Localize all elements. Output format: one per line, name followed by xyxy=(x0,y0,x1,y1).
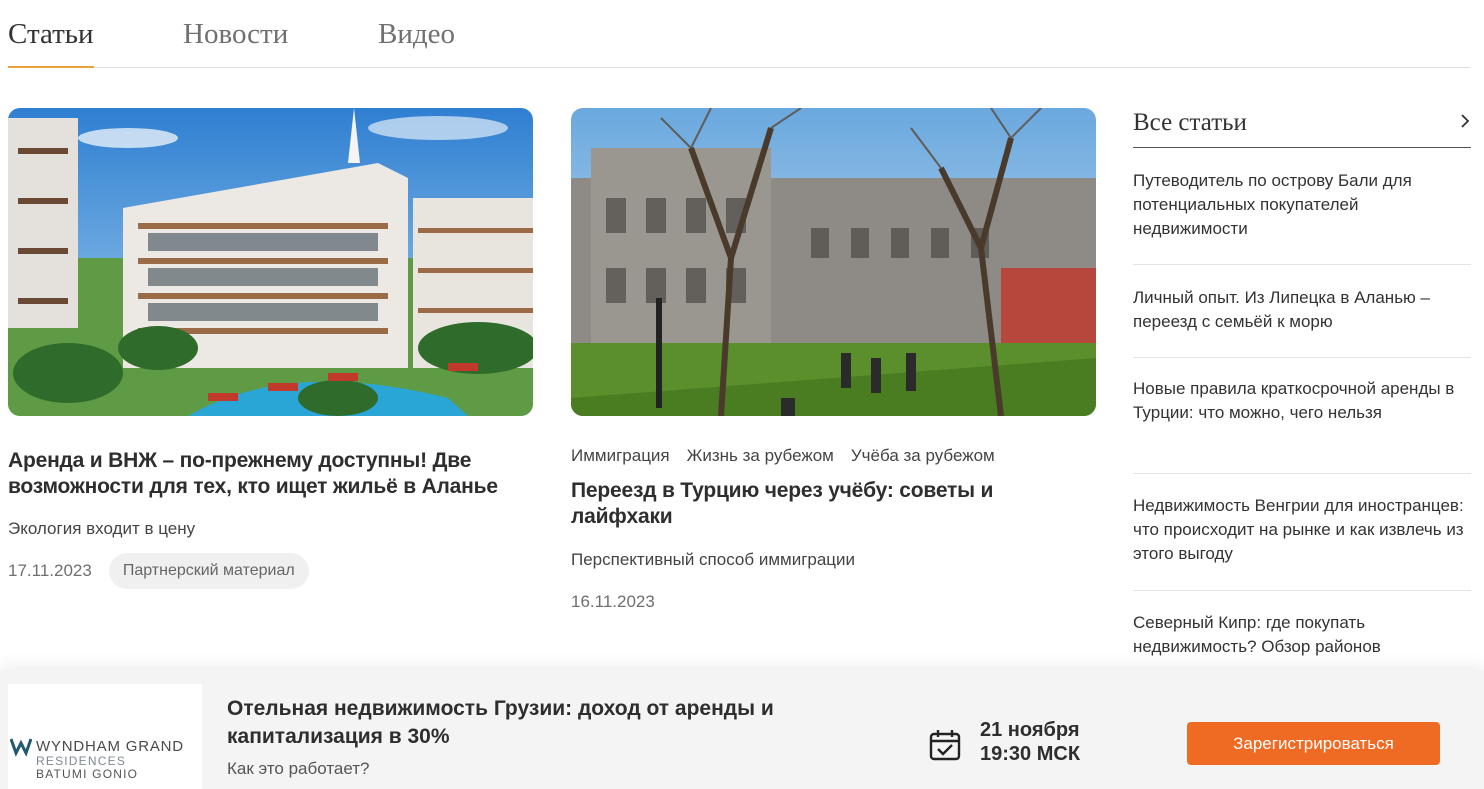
article-title[interactable]: Переезд в Турцию через учёбу: советы и л… xyxy=(571,478,1091,530)
article-image[interactable] xyxy=(571,108,1096,416)
sidebar-article-link[interactable]: Путеводитель по острову Бали для потенци… xyxy=(1133,148,1471,265)
chevron-right-icon xyxy=(1461,114,1470,128)
webinar-subtitle: Как это работает? xyxy=(227,759,370,778)
tab-articles[interactable]: Статьи xyxy=(8,16,94,68)
article-subtitle: Экология входит в цену xyxy=(8,519,196,538)
article-tags: Иммиграция Жизнь за рубежом Учёба за руб… xyxy=(571,446,1096,466)
section-tabs: Статьи Новости Видео xyxy=(8,0,1470,68)
register-button[interactable]: Зарегистрироваться xyxy=(1187,722,1440,765)
article-card[interactable]: Иммиграция Жизнь за рубежом Учёба за руб… xyxy=(571,108,1096,613)
article-image[interactable] xyxy=(8,108,533,416)
tab-video[interactable]: Видео xyxy=(378,16,455,52)
article-date: 16.11.2023 xyxy=(571,592,655,611)
partner-badge: Партнерский материал xyxy=(108,553,309,589)
webinar-title[interactable]: Отельная недвижимость Грузии: доход от а… xyxy=(227,695,847,751)
article-card[interactable]: Аренда и ВНЖ – по-прежнему доступны! Две… xyxy=(8,108,533,589)
tag-immigration[interactable]: Иммиграция xyxy=(571,446,670,466)
article-date: 17.11.2023 xyxy=(8,561,92,580)
sidebar-article-link[interactable]: Недвижимость Венгрии для иностранцев: чт… xyxy=(1133,474,1471,591)
calendar-check-icon xyxy=(929,730,961,761)
webinar-banner: WYNDHAM GRAND RESIDENCES BATUMI GONIO От… xyxy=(0,670,1484,789)
article-subtitle: Перспективный способ иммиграции xyxy=(571,550,856,569)
wyndham-logo-icon xyxy=(10,738,32,757)
tag-study-abroad[interactable]: Учёба за рубежом xyxy=(851,446,995,466)
sidebar-heading: Все статьи xyxy=(1133,109,1247,136)
all-articles-sidebar: Все статьи Путеводитель по острову Бали … xyxy=(1133,108,1471,671)
all-articles-link[interactable]: Все статьи xyxy=(1133,108,1471,148)
sidebar-article-link[interactable]: Личный опыт. Из Липецка в Аланью – перее… xyxy=(1133,265,1471,358)
sidebar-article-link[interactable]: Северный Кипр: где покупать недвижимость… xyxy=(1133,591,1471,671)
webinar-datetime: 21 ноября 19:30 МСК xyxy=(980,719,1081,765)
article-title[interactable]: Аренда и ВНЖ – по-прежнему доступны! Две… xyxy=(8,448,508,500)
tab-news[interactable]: Новости xyxy=(183,16,288,52)
tag-life-abroad[interactable]: Жизнь за рубежом xyxy=(687,446,834,466)
sidebar-article-link[interactable]: Новые правила краткосрочной аренды в Тур… xyxy=(1133,358,1471,474)
sponsor-logo: WYNDHAM GRAND RESIDENCES BATUMI GONIO xyxy=(8,684,202,789)
